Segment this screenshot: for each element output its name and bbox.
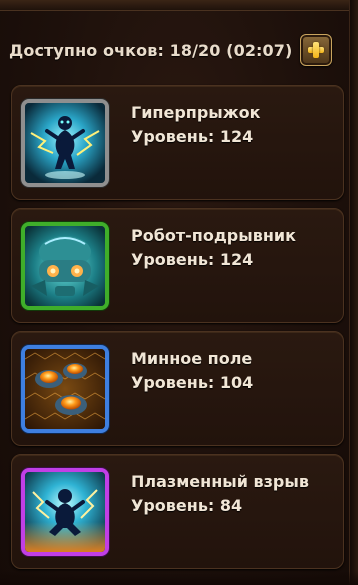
skill-card-hyper-jump[interactable]: Гиперпрыжок Уровень: 124 bbox=[11, 85, 344, 200]
add-points-button[interactable] bbox=[300, 34, 333, 66]
minefield-icon bbox=[21, 345, 109, 433]
skill-level: Уровень: 124 bbox=[131, 250, 254, 269]
skill-level: Уровень: 84 bbox=[131, 496, 243, 515]
panel-bottom-fade bbox=[0, 571, 358, 585]
skill-level: Уровень: 104 bbox=[131, 373, 254, 392]
bomber-robot-icon bbox=[21, 222, 109, 310]
skill-name: Минное поле bbox=[131, 349, 253, 368]
plus-icon-vertical bbox=[313, 42, 320, 58]
skill-card-minefield[interactable]: Минное поле Уровень: 104 bbox=[11, 331, 344, 446]
skill-points-label: Доступно очков: 18/20 (02:07) bbox=[9, 40, 293, 60]
skill-card-plasma-blast[interactable]: Плазменный взрыв Уровень: 84 bbox=[11, 454, 344, 569]
skill-name: Плазменный взрыв bbox=[131, 472, 309, 491]
hyper-jump-icon bbox=[21, 99, 109, 187]
skill-name: Робот-подрывник bbox=[131, 226, 296, 245]
skill-name: Гиперпрыжок bbox=[131, 103, 261, 122]
skill-level: Уровень: 124 bbox=[131, 127, 254, 146]
skill-points-bar: Доступно очков: 18/20 (02:07) bbox=[9, 33, 333, 67]
panel-right-border bbox=[349, 0, 358, 585]
skills-panel: Доступно очков: 18/20 (02:07) Гиперпрыжо… bbox=[0, 0, 358, 585]
plasma-blast-icon bbox=[21, 468, 109, 556]
skill-card-bomber-robot[interactable]: Робот-подрывник Уровень: 124 bbox=[11, 208, 344, 323]
panel-top-border bbox=[0, 0, 358, 11]
